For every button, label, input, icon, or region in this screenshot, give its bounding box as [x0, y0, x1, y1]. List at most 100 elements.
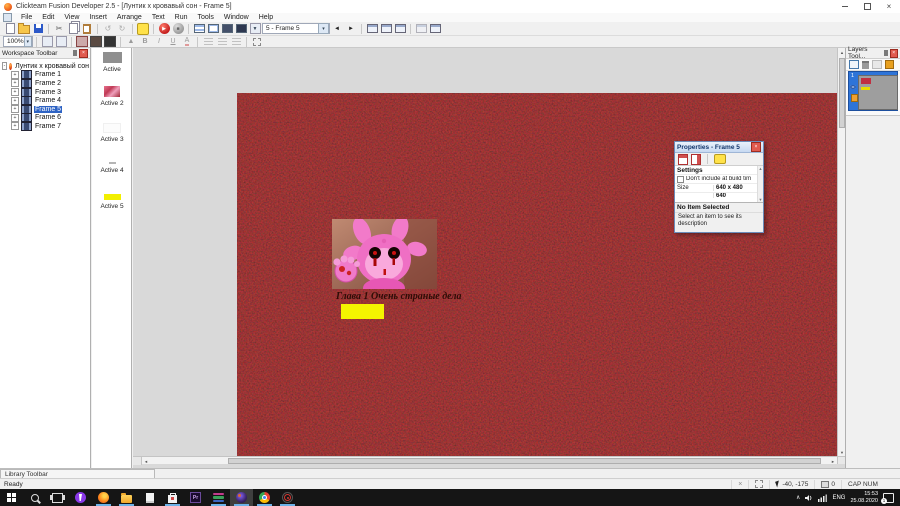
build-include-checkbox[interactable]	[677, 175, 684, 183]
font-button[interactable]: ▲	[124, 36, 138, 48]
bold-button[interactable]: B	[138, 36, 152, 48]
open-button[interactable]	[17, 23, 31, 35]
taskbar-winrar[interactable]	[207, 489, 230, 506]
copy-button[interactable]	[66, 23, 80, 35]
runtime-tab-icon[interactable]	[691, 153, 701, 165]
italic-button[interactable]: I	[152, 36, 166, 48]
paste-button[interactable]	[80, 23, 94, 35]
pin-icon[interactable]	[883, 50, 888, 56]
dropdown-arrow-icon[interactable]: ▾	[318, 23, 329, 34]
taskbar-premiere[interactable]: Pr	[184, 489, 207, 506]
frame-select-dropdown[interactable]: 5 - Frame 5 ▾	[262, 23, 330, 34]
about-tab-icon[interactable]	[714, 154, 726, 164]
frame-label[interactable]: Frame 4	[34, 97, 62, 104]
taskbar-notepad[interactable]	[138, 489, 161, 506]
close-all-button[interactable]	[428, 23, 442, 35]
expand-icon[interactable]: +	[11, 96, 19, 105]
properties-title-bar[interactable]: Properties - Frame 5 ×	[675, 142, 763, 153]
size-row[interactable]: Size 640 x 480	[675, 184, 757, 193]
start-button[interactable]	[0, 489, 23, 506]
next-frame-button[interactable]: ►	[344, 23, 358, 35]
expand-icon[interactable]: +	[11, 88, 19, 97]
grid-setup-button[interactable]	[40, 36, 54, 48]
layer-lock-icon[interactable]	[885, 60, 894, 69]
tray-chevron-icon[interactable]: ∧	[796, 494, 800, 501]
new-layer-icon[interactable]	[849, 60, 859, 69]
menu-view[interactable]: View	[59, 14, 84, 21]
layer-item-selected[interactable]: 1	[848, 71, 898, 111]
menu-file[interactable]: File	[16, 14, 37, 21]
taskbar-fusion-active[interactable]	[230, 489, 253, 506]
expand-icon[interactable]: +	[11, 70, 19, 79]
tree-row-frame-5-selected[interactable]: + Frame 5	[9, 104, 90, 114]
scroll-down-icon[interactable]: ▼	[838, 448, 845, 456]
zoom-dropdown-arrow-icon[interactable]: ▾	[23, 36, 32, 47]
scroll-up-icon[interactable]: ▲	[759, 166, 763, 171]
expand-icon[interactable]: +	[11, 105, 19, 114]
frame-label[interactable]: Frame 1	[34, 71, 62, 78]
run-application-button[interactable]: ▶	[157, 23, 171, 35]
menu-insert[interactable]: Insert	[84, 14, 112, 21]
menu-arrange[interactable]: Arrange	[112, 14, 147, 21]
storyboard-editor-button[interactable]	[192, 23, 206, 35]
cut-button[interactable]: ✂	[52, 23, 66, 35]
vertical-scrollbar[interactable]: ▲ ▼	[837, 48, 845, 456]
clipped-property-row[interactable]: 640	[675, 193, 757, 198]
collapse-icon[interactable]: -	[2, 62, 7, 71]
window-option-button[interactable]	[414, 23, 428, 35]
event-editor-button[interactable]	[220, 23, 234, 35]
align-left-button[interactable]	[201, 36, 215, 48]
frame-label[interactable]: Frame 2	[34, 80, 62, 87]
tree-row-frame-3[interactable]: + Frame 3	[9, 87, 90, 97]
frame-editor-canvas[interactable]: Глава 1 Очень страные дела ▲ ▼ ◄ ►	[133, 48, 845, 468]
object-item-active[interactable]: Active	[92, 52, 132, 73]
display-mode-button[interactable]	[103, 36, 117, 48]
cascade-windows-button[interactable]	[365, 23, 379, 35]
expand-icon[interactable]: +	[11, 113, 19, 122]
align-right-button[interactable]	[229, 36, 243, 48]
object-item-active4[interactable]: Active 4	[92, 156, 132, 174]
settings-tab-icon[interactable]	[678, 153, 688, 165]
frame-label[interactable]: Frame 6	[34, 114, 62, 121]
lock-icon[interactable]	[851, 94, 858, 102]
scroll-up-icon[interactable]: ▲	[838, 48, 845, 56]
properties-window[interactable]: Properties - Frame 5 × Settings Don't in…	[674, 141, 764, 233]
zoom-dropdown[interactable]: 100% ▾	[3, 36, 33, 47]
align-center-button[interactable]	[215, 36, 229, 48]
previous-frame-button[interactable]: ◄	[330, 23, 344, 35]
layers-close-button[interactable]: ×	[889, 48, 898, 58]
active5-object-thumbnail[interactable]	[103, 194, 121, 200]
frame-order-button[interactable]: ▼	[248, 23, 262, 35]
background-mode-button[interactable]	[89, 36, 103, 48]
tile-vertical-button[interactable]	[393, 23, 407, 35]
taskbar-obs[interactable]	[276, 489, 299, 506]
object-item-active5[interactable]: Active 5	[92, 191, 132, 210]
tree-row-frame-4[interactable]: + Frame 4	[9, 96, 90, 106]
scroll-right-icon[interactable]: ►	[829, 457, 837, 465]
notification-center-icon[interactable]: 1	[881, 492, 894, 504]
active2-object-thumbnail[interactable]	[104, 86, 120, 97]
underline-button[interactable]: U	[166, 36, 180, 48]
luntik-image-object[interactable]	[332, 219, 437, 289]
properties-scrollbar[interactable]: ▲ ▼	[757, 166, 763, 202]
tree-row-frame-1[interactable]: + Frame 1	[9, 70, 90, 80]
task-view-button[interactable]	[46, 489, 69, 506]
horizontal-scroll-thumb[interactable]	[228, 458, 821, 464]
object-item-active2[interactable]: Active 2	[92, 86, 132, 107]
grid-snap-button[interactable]	[54, 36, 68, 48]
frame-color-button[interactable]	[75, 36, 89, 48]
stop-button[interactable]: ■	[171, 23, 185, 35]
network-signal-icon[interactable]	[818, 494, 828, 502]
active-object-thumbnail[interactable]	[102, 52, 122, 63]
minimize-button[interactable]	[834, 0, 856, 13]
scroll-left-icon[interactable]: ◄	[142, 457, 150, 465]
restore-button[interactable]	[856, 0, 878, 13]
tile-horizontal-button[interactable]	[379, 23, 393, 35]
menu-edit[interactable]: Edit	[37, 14, 59, 21]
build-button[interactable]	[136, 22, 150, 35]
active4-object-thumbnail[interactable]	[108, 162, 116, 164]
size-value[interactable]: 640 x 480	[713, 185, 757, 191]
clipped-property-value[interactable]: 640	[713, 193, 757, 198]
eye-icon[interactable]	[850, 85, 856, 89]
object-item-active3[interactable]: Active 3	[92, 123, 132, 143]
